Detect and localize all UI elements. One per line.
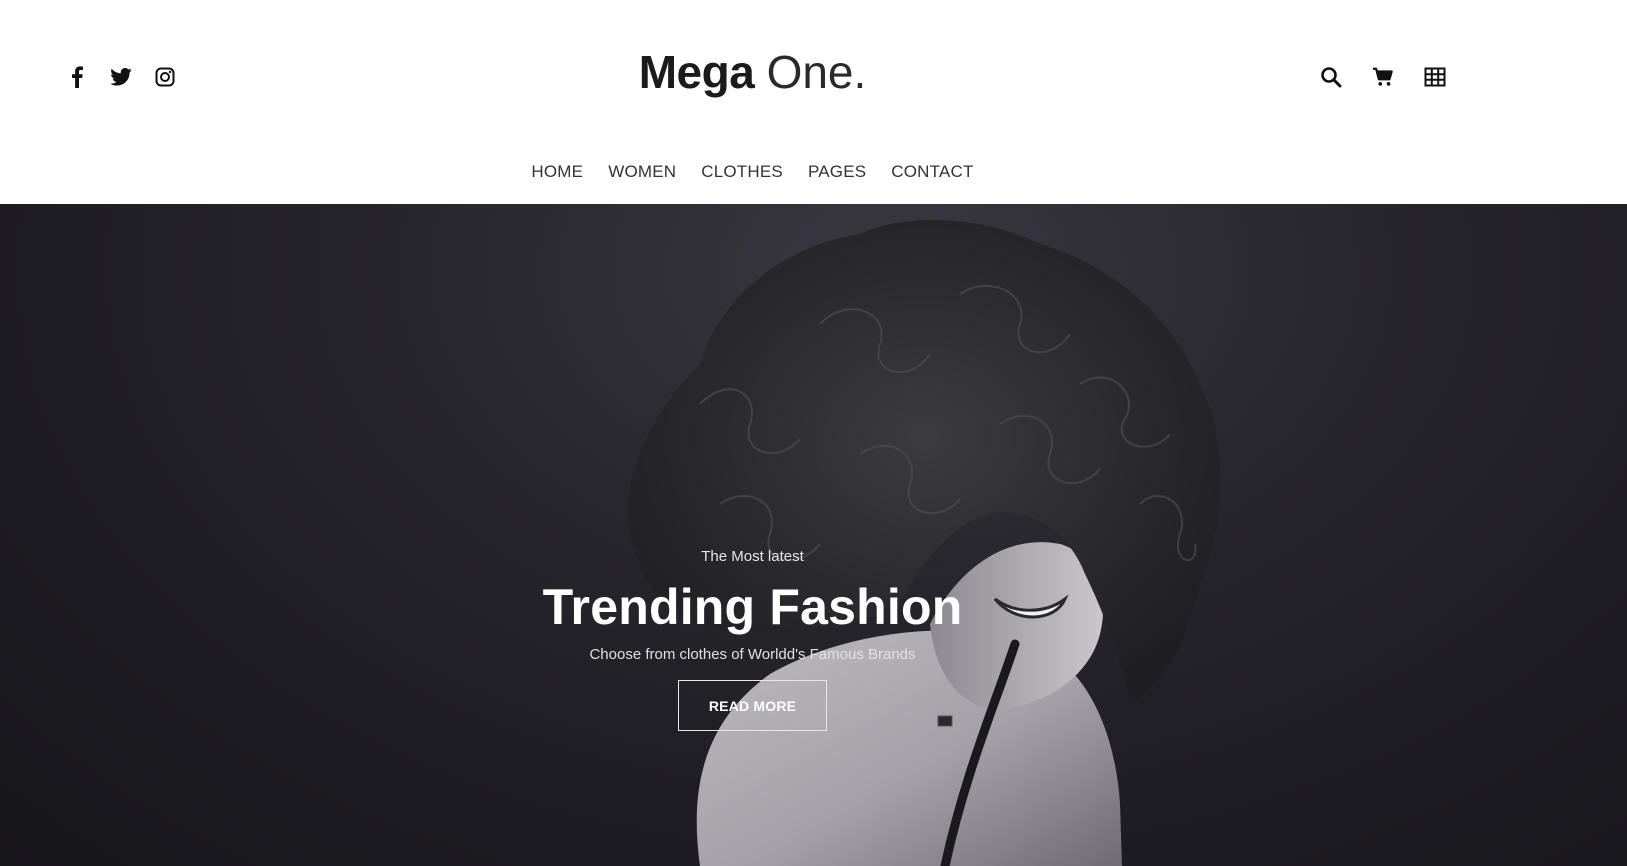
cart-icon[interactable] (1372, 66, 1394, 88)
read-more-button[interactable]: READ MORE (678, 680, 827, 731)
nav-item-pages[interactable]: PAGES (808, 162, 866, 182)
nav-item-clothes[interactable]: CLOTHES (701, 162, 783, 182)
hero-subline: Choose from clothes of Worldd's Famous B… (589, 646, 916, 663)
hero-headline: Trending Fashion (542, 579, 963, 635)
main-nav: HOME WOMEN CLOTHES PAGES CONTACT (0, 162, 1505, 182)
hero-content: The Most latest Trending Fashion Choose … (0, 204, 1505, 866)
header-tools (1320, 66, 1446, 88)
grid-menu-icon[interactable] (1424, 66, 1446, 88)
nav-item-contact[interactable]: CONTACT (891, 162, 973, 182)
brand-logo[interactable]: Mega One. (0, 42, 1505, 102)
nav-item-women[interactable]: WOMEN (608, 162, 676, 182)
logo-bold-text: Mega (638, 46, 755, 98)
search-icon[interactable] (1320, 66, 1342, 88)
hero-kicker: The Most latest (701, 548, 804, 565)
nav-item-home[interactable]: HOME (531, 162, 583, 182)
site-header: Mega One. HOME WOMEN CLOTHES PAGES CONTA… (0, 0, 1627, 204)
hero-banner: The Most latest Trending Fashion Choose … (0, 204, 1627, 866)
logo-light-text: One. (766, 46, 867, 98)
